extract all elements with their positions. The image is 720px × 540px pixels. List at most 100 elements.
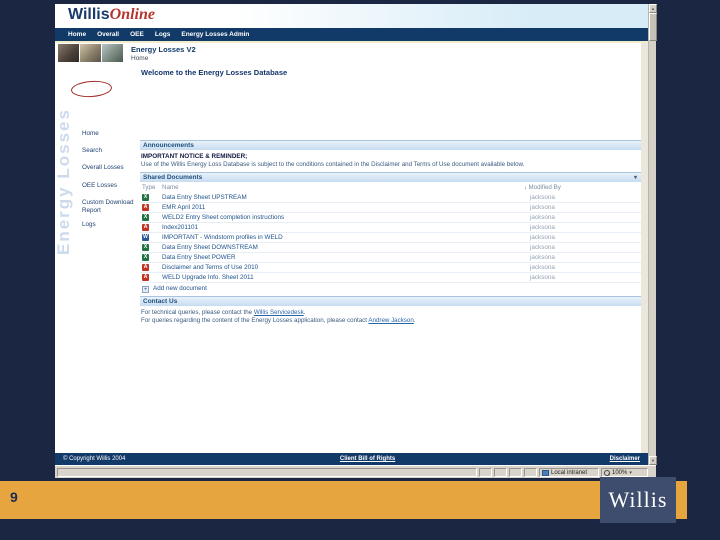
sidebar-item-custom-download-report[interactable]: Custom Download Report [82,199,138,214]
documents-table-header: Type Name ↓ Modified By [140,184,641,192]
vertical-scrollbar[interactable]: ▲ ▼ [648,4,657,465]
page-margin-strip [641,43,648,453]
document-row[interactable]: A Disclaimer and Terms of Use 2010 jackson… [140,263,641,273]
zoom-level-panel[interactable]: 100% ▾ [601,468,648,477]
pdf-icon: A [142,204,149,211]
excel-icon: X [142,214,149,221]
modified-by-value: jacksona [530,224,555,231]
shared-documents-section-header: Shared Documents ▾ [140,172,641,182]
menu-item-oee[interactable]: OEE [130,31,144,38]
add-new-document-link[interactable]: + Add new document [142,285,207,293]
announcement-body: Use of the Willis Energy Loss Database i… [141,161,525,168]
document-name-link[interactable]: EMR April 2011 [162,204,205,211]
scroll-down-button[interactable]: ▼ [649,456,657,465]
client-bill-of-rights-link[interactable]: Client Bill of Rights [340,456,395,462]
document-row[interactable]: A Index201101 jacksona [140,223,641,233]
pdf-icon: A [142,274,149,281]
modified-by-value: jacksona [530,234,555,241]
add-document-icon: + [142,286,149,293]
announcements-section-header: Announcements [140,140,641,150]
sidebar-item-logs[interactable]: Logs [82,221,138,229]
contact-line2-suffix: . [413,317,416,324]
document-row[interactable]: A EMR April 2011 jacksona [140,203,641,213]
contact-line2-text: For queries regarding the content of the… [141,317,369,324]
status-panel-main [57,468,477,477]
pdf-icon: A [142,264,149,271]
modified-by-value: jacksona [530,214,555,221]
document-row[interactable]: X WELD2 Entry Sheet completion instructio… [140,213,641,223]
contact-us-title: Contact Us [143,298,178,305]
excel-icon: X [142,244,149,251]
browser-status-bar: Local intranet 100% ▾ [55,465,656,478]
zoom-level-value: 100% [612,469,628,476]
column-name[interactable]: Name [162,184,179,191]
presentation-slide: WillisOnline Home Overall OEE Logs Energy Lo… [0,0,720,540]
contact-line1-suffix: . [303,309,306,316]
welcome-heading: Welcome to the Energy Losses Database [141,68,288,77]
zoom-dropdown-icon[interactable]: ▾ [629,470,632,476]
disclaimer-link[interactable]: Disclaimer [610,456,640,462]
document-row[interactable]: X Data Entry Sheet DOWNSTREAM jacksona [140,243,641,253]
logo-brand: Willis [68,6,110,23]
document-name-link[interactable]: Index201101 [162,224,198,231]
contact-us-section-header: Contact Us [140,296,641,306]
menu-item-energy-losses-admin[interactable]: Energy Losses Admin [181,31,249,38]
contact-line1-text: For technical queries, please contact th… [141,309,254,316]
header-photo-3 [102,44,123,62]
document-name-link[interactable]: Data Entry Sheet UPSTREAM [162,194,247,201]
document-row[interactable]: X Data Entry Sheet UPSTREAM jacksona [140,193,641,203]
willis-logo-box: Willis [600,477,676,523]
document-row[interactable]: W IMPORTANT - Windstorm profiles in WELD j… [140,233,641,243]
column-modified-by[interactable]: ↓ Modified By [524,184,561,191]
modified-by-value: jacksona [530,244,555,251]
excel-icon: X [142,194,149,201]
security-zone-panel: Local intranet [539,468,599,477]
breadcrumb: Home [131,55,149,62]
modified-by-value: jacksona [530,204,555,211]
document-name-link[interactable]: IMPORTANT - Windstorm profiles in WELD [162,234,283,241]
announcements-title: Announcements [143,142,194,149]
document-name-link[interactable]: Data Entry Sheet DOWNSTREAM [162,244,258,251]
menu-item-overall[interactable]: Overall [97,31,119,38]
modified-by-value: jacksona [530,254,555,261]
sidebar-item-overall-losses[interactable]: Overall Losses [82,164,138,172]
header-photo-2 [80,44,101,62]
document-row[interactable]: X Data Entry Sheet POWER jacksona [140,253,641,263]
document-name-link[interactable]: Disclaimer and Terms of Use 2010 [162,264,258,271]
magnifier-icon [604,469,610,476]
slide-gold-bar [0,481,687,519]
sidebar-item-search[interactable]: Search [82,147,138,155]
modified-by-value: jacksona [530,194,555,201]
sidebar-item-home[interactable]: Home [82,130,138,138]
andrew-jackson-link[interactable]: Andrew Jackson [368,317,413,324]
browser-screenshot: WillisOnline Home Overall OEE Logs Energy Lo… [54,4,657,478]
servicedesk-link[interactable]: Willis Servicedesk [254,309,304,316]
document-name-link[interactable]: Data Entry Sheet POWER [162,254,236,261]
pdf-icon: A [142,224,149,231]
status-panel-2 [494,468,507,477]
willis-online-logo: WillisOnline [68,6,155,24]
important-notice: IMPORTANT NOTICE & REMINDER; [141,153,248,160]
contact-line-2: For queries regarding the content of the… [141,317,416,324]
menu-bar: Home Overall OEE Logs Energy Losses Admin [55,28,656,41]
document-row[interactable]: A WELD Upgrade Info. Sheet 2011 jacksona [140,273,641,283]
sort-icon: ↓ [524,185,527,191]
main-content: Welcome to the Energy Losses Database An… [140,64,641,453]
sidebar-item-oee-losses[interactable]: OEE Losses [82,182,138,190]
app-logo-bar: WillisOnline [55,4,656,28]
scrollbar-thumb[interactable] [649,13,657,41]
document-name-link[interactable]: WELD2 Entry Sheet completion instruction… [162,214,284,221]
scroll-up-button[interactable]: ▲ [649,4,657,13]
menu-item-logs[interactable]: Logs [155,31,171,38]
chevron-down-icon[interactable]: ▾ [634,173,637,183]
status-panel-4 [524,468,537,477]
menu-item-home[interactable]: Home [68,31,86,38]
status-panel-3 [509,468,522,477]
column-type[interactable]: Type [142,184,155,191]
site-footer: © Copyright Willis 2004 Client Bill of R… [55,453,648,465]
add-document-label: Add new document [153,285,207,292]
modified-by-value: jacksona [530,274,555,281]
page-title: Energy Losses V2 [131,45,196,54]
page-header: Energy Losses V2 Home [55,43,641,64]
document-name-link[interactable]: WELD Upgrade Info. Sheet 2011 [162,274,254,281]
